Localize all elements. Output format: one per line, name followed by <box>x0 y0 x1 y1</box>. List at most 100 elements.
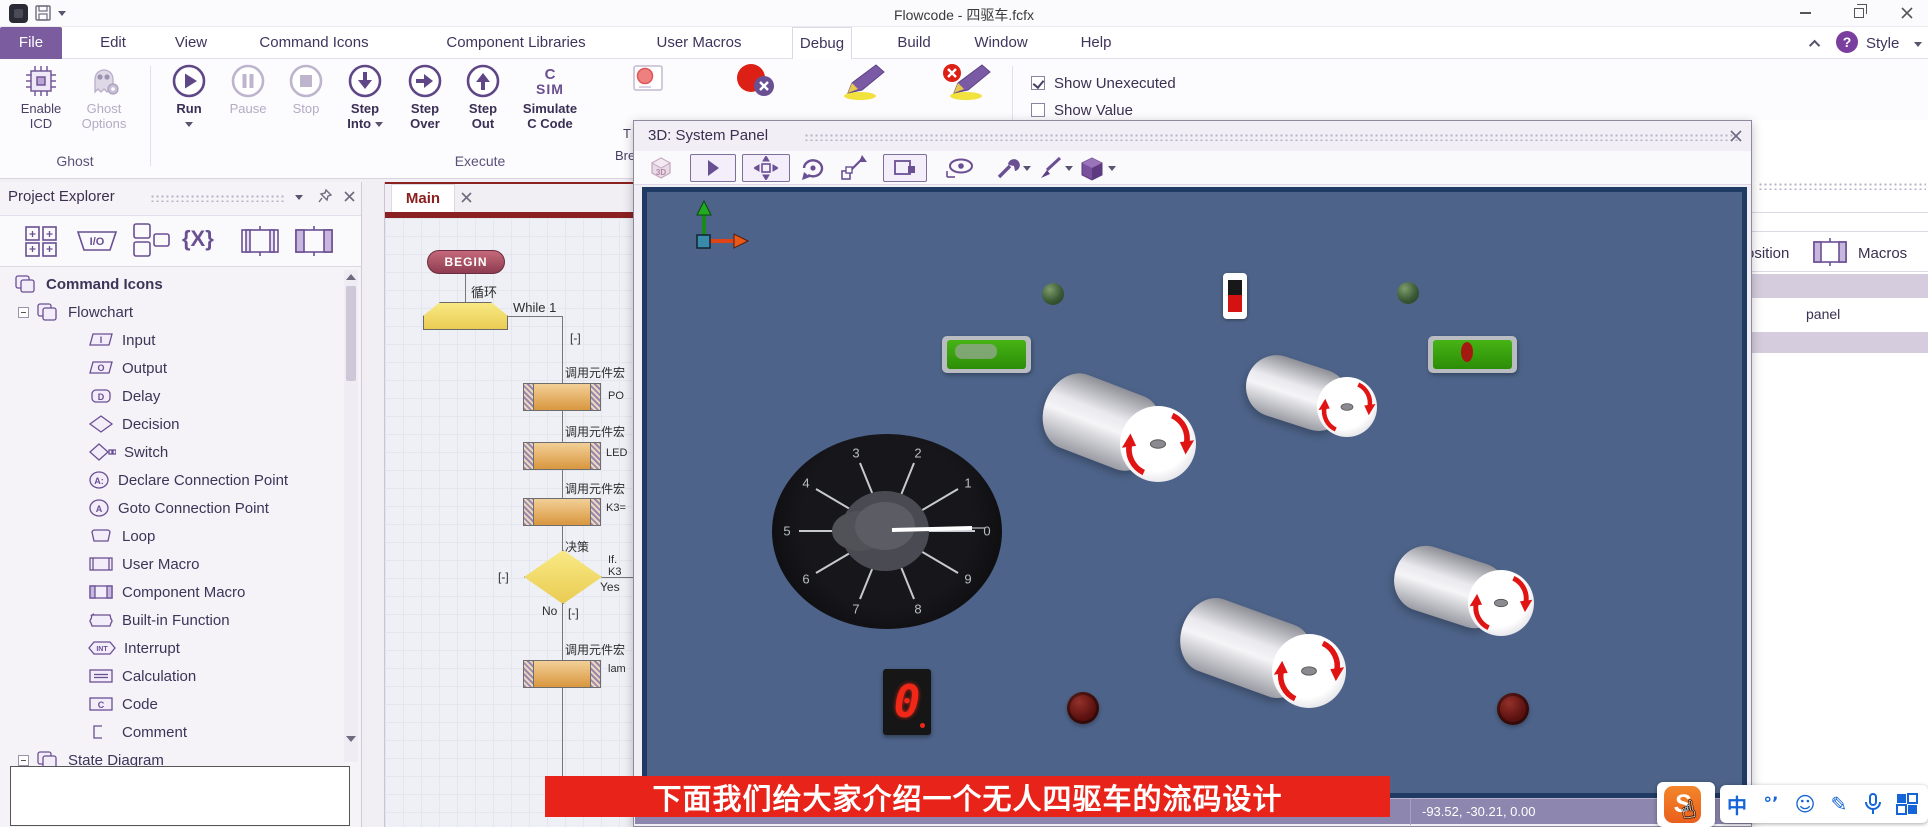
tree-item-delay[interactable]: D Delay <box>0 382 344 410</box>
menu-edit[interactable]: Edit <box>92 27 134 59</box>
expression-icon[interactable]: {X} <box>182 226 214 252</box>
panel-close-icon[interactable] <box>344 191 355 202</box>
dashboard-icon[interactable] <box>22 223 62 259</box>
ime-emoji-button[interactable]: ☺ <box>1788 792 1822 816</box>
red-led-left[interactable] <box>1067 692 1099 724</box>
tree-item-input[interactable]: I Input <box>0 326 344 354</box>
collapse-icon[interactable] <box>18 755 29 766</box>
tree-item-component-macro[interactable]: Component Macro <box>0 578 344 606</box>
flowchart-component-macro-2[interactable] <box>523 442 601 470</box>
led-bargraph-left[interactable] <box>942 336 1031 373</box>
paint-brush-button[interactable] <box>1036 154 1074 182</box>
ghost-options-button[interactable]: GhostOptions <box>74 63 134 131</box>
scroll-down-icon[interactable] <box>346 736 356 742</box>
rotary-switch-dial[interactable]: 0 1 2 3 4 5 6 7 8 9 <box>772 434 1002 629</box>
style-menu[interactable]: Style <box>1866 35 1899 52</box>
macro-hatched-icon[interactable] <box>292 226 336 256</box>
tree-item-command-icons[interactable]: Command Icons <box>0 270 344 298</box>
tree-scrollbar[interactable] <box>344 270 358 762</box>
show-code-button[interactable] <box>836 63 892 105</box>
tree-item-switch[interactable]: Switch <box>0 438 344 466</box>
tree-item-goto-connection-point[interactable]: A Goto Connection Point <box>0 494 344 522</box>
flowchart-component-macro-3[interactable] <box>523 498 601 526</box>
tree-item-output[interactable]: O Output <box>0 354 344 382</box>
help-icon[interactable]: ? <box>1836 31 1858 53</box>
stop-button[interactable]: Stop <box>276 63 336 116</box>
tree-item-user-macro[interactable]: User Macro <box>0 550 344 578</box>
menu-build[interactable]: Build <box>890 27 938 59</box>
led-bargraph-right[interactable] <box>1428 336 1517 373</box>
tree-item-comment[interactable]: Comment <box>0 718 344 746</box>
motor-4-face[interactable] <box>1272 634 1346 708</box>
tree-item-code[interactable]: C Code <box>0 690 344 718</box>
ime-microphone-button[interactable] <box>1863 793 1883 815</box>
table-row[interactable] <box>1752 274 1928 298</box>
scroll-thumb[interactable] <box>346 286 356 381</box>
flowchart-begin-node[interactable]: BEGIN <box>427 250 505 274</box>
ime-handwriting-button[interactable]: ✎ <box>1822 792 1856 816</box>
pin-icon[interactable] <box>318 189 332 204</box>
tree-item-declare-connection-point[interactable]: A: Declare Connection Point <box>0 466 344 494</box>
table-row[interactable] <box>1752 332 1928 353</box>
collapse-indicator-1[interactable]: [-] <box>570 331 581 345</box>
seven-segment-display[interactable]: 0 <box>883 669 931 735</box>
motor-3-face[interactable] <box>1468 570 1534 636</box>
rotate-tool-button[interactable] <box>795 154 831 182</box>
run-button[interactable]: Run <box>159 63 219 131</box>
collapse-icon[interactable] <box>18 307 29 318</box>
clear-all-breakpoints-button[interactable] <box>727 63 783 103</box>
pause-button[interactable]: Pause <box>218 63 278 116</box>
motor-2-face[interactable] <box>1317 377 1377 437</box>
collapse-indicator-left[interactable]: [-] <box>498 570 509 584</box>
minimize-button[interactable] <box>1784 0 1826 26</box>
menu-file[interactable]: File <box>0 27 62 59</box>
3d-scene-viewport[interactable]: 0 1 2 3 4 5 6 7 8 9 <box>642 187 1747 798</box>
macro-plain-icon[interactable] <box>238 226 282 256</box>
tree-item-flowchart[interactable]: Flowchart <box>0 298 344 326</box>
view-tool-button[interactable] <box>940 154 980 182</box>
menu-debug[interactable]: Debug <box>792 27 852 61</box>
step-over-button[interactable]: StepOver <box>395 63 455 131</box>
menu-window[interactable]: Window <box>962 27 1040 59</box>
ime-keyboard-grid-button[interactable] <box>1896 793 1918 815</box>
tree-item-calculation[interactable]: Calculation <box>0 662 344 690</box>
move-tool-button[interactable] <box>742 154 790 182</box>
materials-cube-button[interactable] <box>1076 154 1118 182</box>
step-into-button[interactable]: StepInto <box>335 63 395 131</box>
show-unexecuted-checkbox[interactable] <box>1031 76 1045 90</box>
reset-code-button[interactable] <box>938 63 998 105</box>
ime-lang-button[interactable]: 中 <box>1720 790 1754 819</box>
tree-item-interrupt[interactable]: INT Interrupt <box>0 634 344 662</box>
panel-dropdown-icon[interactable] <box>295 195 303 200</box>
show-value-checkbox[interactable] <box>1031 103 1045 117</box>
menu-user-macros[interactable]: User Macros <box>642 27 756 59</box>
push-button-left[interactable] <box>1042 283 1064 305</box>
red-led-right[interactable] <box>1497 693 1529 725</box>
3d-panel-titlebar[interactable]: 3D: System Panel <box>634 121 1751 151</box>
select-tool-button[interactable] <box>690 154 736 182</box>
menu-help[interactable]: Help <box>1072 27 1120 59</box>
step-out-button[interactable]: StepOut <box>453 63 513 131</box>
menu-view[interactable]: View <box>168 27 214 59</box>
ime-punctuation-button[interactable]: °’ <box>1754 794 1788 814</box>
flowchart-loop-node[interactable] <box>423 302 508 330</box>
windows-icon[interactable] <box>130 222 172 260</box>
style-dropdown-icon[interactable] <box>1914 42 1922 47</box>
toggle-switch[interactable] <box>1223 273 1247 319</box>
enable-icd-button[interactable]: EnableICD <box>11 63 71 131</box>
scroll-up-icon[interactable] <box>346 274 356 280</box>
motor-1-face[interactable] <box>1120 406 1196 482</box>
menu-component-libraries[interactable]: Component Libraries <box>428 27 604 59</box>
tab-close-icon[interactable] <box>461 192 472 203</box>
close-button[interactable] <box>1886 0 1928 26</box>
flowchart-canvas[interactable]: BEGIN 循环 While 1 [-] 调用元件宏 PO 调用元件宏 LED … <box>385 218 633 827</box>
resize-tool-button[interactable] <box>835 154 873 182</box>
simulate-c-code-button[interactable]: C SIM SimulateC Code <box>512 63 588 131</box>
restore-button[interactable] <box>1838 0 1880 26</box>
tab-main[interactable]: Main <box>391 184 455 212</box>
flowchart-component-macro-1[interactable] <box>523 383 601 411</box>
3d-panel-close-icon[interactable] <box>1730 130 1742 142</box>
settings-wrench-button[interactable] <box>994 154 1032 182</box>
flowchart-component-macro-4[interactable] <box>523 660 601 688</box>
panel-row-label[interactable]: panel <box>1806 306 1840 322</box>
